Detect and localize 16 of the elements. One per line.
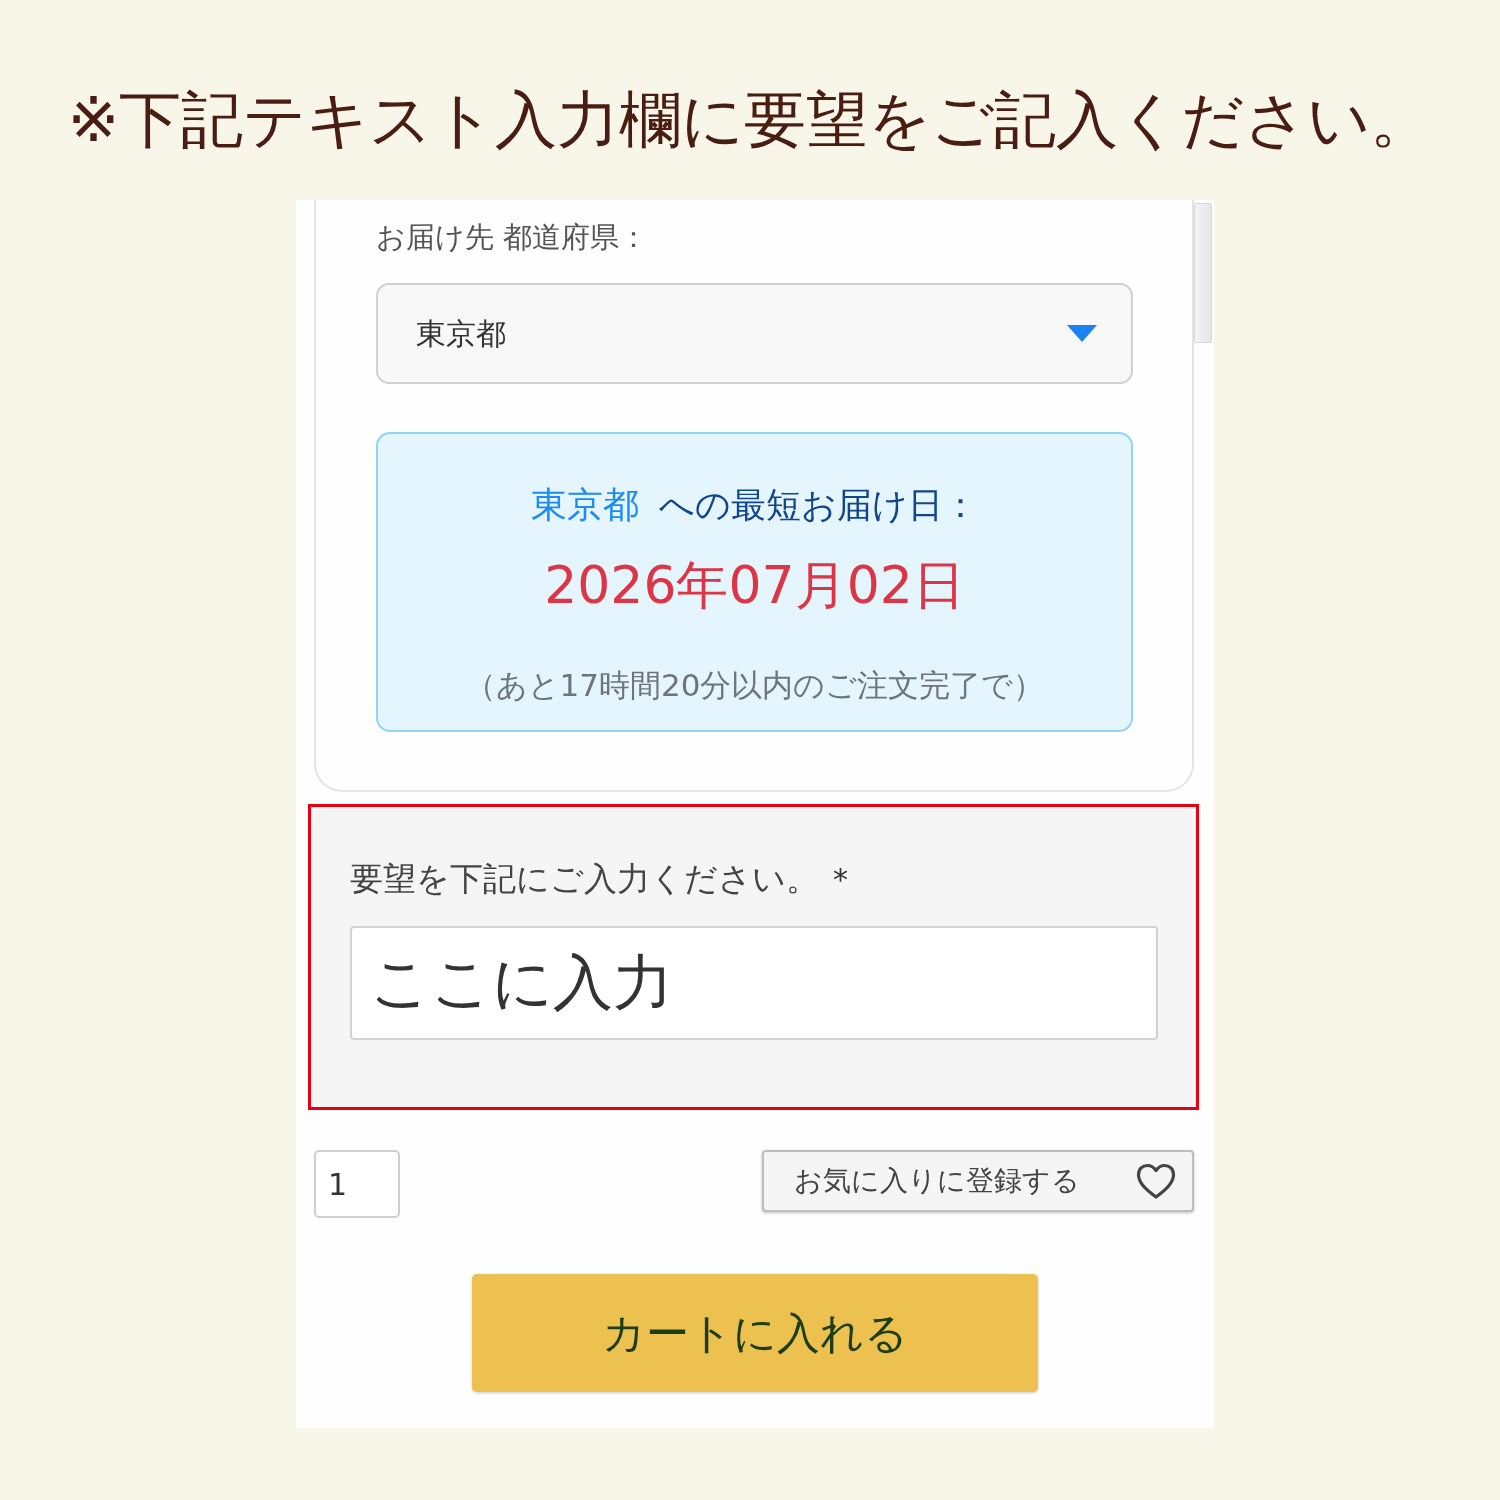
quantity-input[interactable]: 1 — [314, 1150, 400, 1218]
prefecture-label: お届け先 都道府県： — [376, 219, 650, 256]
delivery-date: 2026年07月02日 — [544, 555, 965, 615]
request-label: 要望を下記にご入力ください。 — [350, 859, 819, 898]
heart-icon — [1136, 1162, 1176, 1200]
prefecture-name: 東京都 — [531, 484, 639, 525]
required-mark: * — [833, 862, 848, 897]
favorite-button[interactable]: お気に入りに登録する — [762, 1150, 1194, 1212]
scrollbar-thumb[interactable] — [1194, 203, 1212, 343]
add-to-cart-button[interactable]: カートに入れる — [472, 1274, 1038, 1392]
instruction-heading: ※下記テキスト入力欄に要望をご記入ください。 — [67, 83, 1433, 156]
delivery-date-label: への最短お届け日： — [659, 485, 978, 525]
caret-icon — [1067, 325, 1097, 342]
order-deadline-note: （あと17時間20分以内のご注文完了で） — [464, 667, 1045, 703]
request-input[interactable]: ここに入力 — [350, 926, 1158, 1040]
prefecture-select[interactable]: 東京都 — [376, 283, 1133, 384]
